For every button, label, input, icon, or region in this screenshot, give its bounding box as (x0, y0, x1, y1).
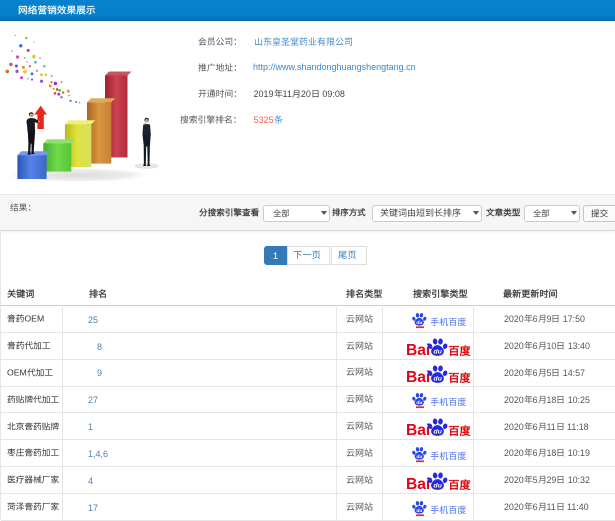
svg-text:Bai: Bai (406, 342, 430, 357)
svg-text:Bai: Bai (406, 422, 430, 437)
svg-text:Bai: Bai (406, 369, 430, 384)
svg-text:Bai: Bai (406, 476, 430, 491)
